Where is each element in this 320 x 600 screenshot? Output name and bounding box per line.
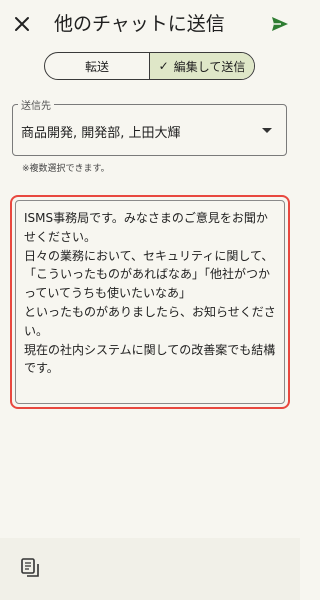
dropdown-arrow-icon <box>262 128 272 133</box>
bottom-toolbar <box>0 538 300 600</box>
destination-value: 商品開発, 開発部, 上田大輝 <box>21 126 181 141</box>
destination-helper-text: ※複数選択できます。 <box>22 164 110 174</box>
destination-label: 送信先 <box>18 97 54 112</box>
tab-forward-label: 転送 <box>84 59 109 74</box>
mode-toggle: 転送 ✓ 編集して送信 <box>44 52 255 80</box>
message-text: ISMS事務局です。みなさまのご意見をお聞かせください。 日々の業務において、セ… <box>24 211 276 376</box>
send-button[interactable] <box>270 14 290 34</box>
message-textarea[interactable]: ISMS事務局です。みなさまのご意見をお聞かせください。 日々の業務において、セ… <box>15 200 285 404</box>
send-icon <box>272 17 288 31</box>
check-icon: ✓ <box>158 59 169 73</box>
close-button[interactable] <box>12 14 32 34</box>
close-icon <box>15 17 29 31</box>
tab-forward[interactable]: 転送 <box>45 53 150 79</box>
app-header: 他のチャットに送信 <box>0 0 300 50</box>
tab-edit-and-send-label: 編集して送信 <box>173 59 246 74</box>
copy-button[interactable] <box>20 557 42 579</box>
page-title: 他のチャットに送信 <box>54 13 225 35</box>
copy-icon <box>21 558 39 577</box>
message-highlight: ISMS事務局です。みなさまのご意見をお聞かせください。 日々の業務において、セ… <box>10 195 290 409</box>
tab-edit-and-send[interactable]: ✓ 編集して送信 <box>150 53 254 79</box>
